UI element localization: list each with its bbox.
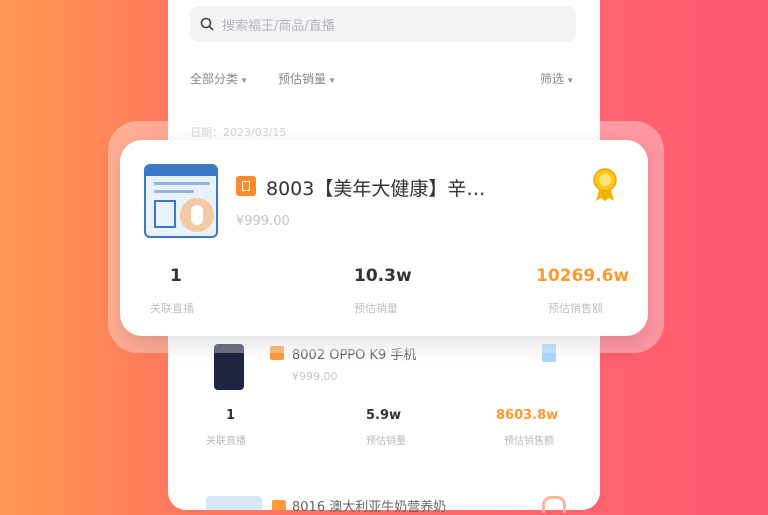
stat-value: 5.9w [366,408,402,423]
screen-filter-label: 筛选 [540,72,565,86]
stat-label: 预估销售额 [548,302,603,315]
sort-filter-label: 预估销量 [278,72,327,86]
screen-filter[interactable]: 筛选 ▾ [540,70,572,87]
stat-label: 关联直播 [150,302,194,315]
category-filter-label: 全部分类 [190,72,239,86]
search-bar[interactable]: 搜索福王/商品/直播 [190,6,576,42]
stat-label: 关联直播 [206,436,246,447]
stat-value: 10.3w [354,266,412,286]
product-title: 8003【美年大健康】辛… [266,178,486,200]
featured-product-card[interactable]: 8003【美年大健康】辛… ¥999.00 1 关联直播 10.3w 预估销量 … [120,140,648,336]
product-price: ¥999.00 [292,370,338,383]
product-thumbnail [144,164,218,238]
chevron-down-icon: ▾ [567,76,573,86]
product-thumbnail [206,496,262,510]
rank-badge-icon [272,500,286,510]
gold-medal-icon [593,168,617,201]
product-price: ¥999.00 [236,214,290,229]
stat-value: 10269.6w [536,266,630,286]
product-title[interactable]: 8016 澳大利亚牛奶营养奶 [292,496,446,515]
category-filter[interactable]: 全部分类 ▾ [190,70,246,87]
chevron-down-icon: ▾ [241,76,247,86]
stat-value: 1 [170,266,182,286]
stat-label: 预估销量 [354,302,398,315]
product-row-2[interactable]: 8002 OPPO K9 手机 ¥999.00 1 关联直播 5.9w 预估销量… [196,340,582,480]
stat-label: 预估销售额 [504,436,554,447]
chevron-down-icon: ▾ [329,76,335,86]
bronze-medal-icon [542,496,566,513]
search-placeholder: 搜索福王/商品/直播 [222,18,335,34]
stat-label: 预估销量 [366,436,406,447]
stat-value: 8603.8w [496,408,559,423]
stat-value: 1 [226,408,236,423]
sort-filter[interactable]: 预估销量 ▾ [278,70,334,87]
search-icon [200,17,214,31]
rank-badge-icon [236,176,256,196]
